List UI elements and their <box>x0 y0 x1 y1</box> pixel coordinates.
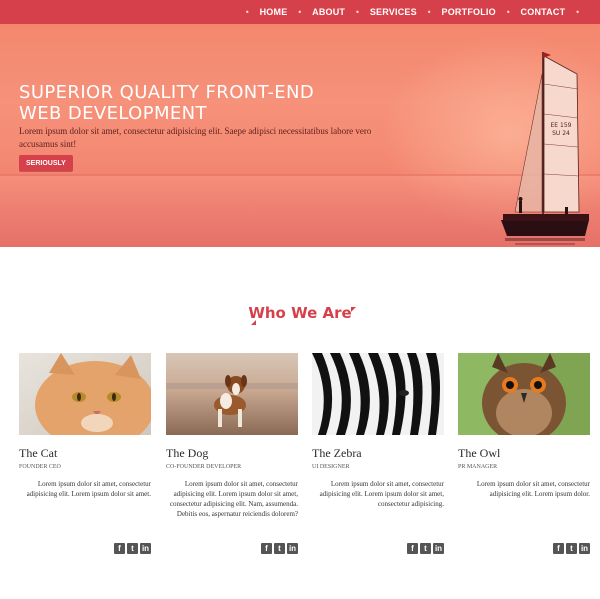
nav-item-services[interactable]: SERVICES <box>370 7 417 17</box>
twitter-icon[interactable]: t <box>274 543 285 554</box>
member-role: UI DESIGNER <box>312 464 350 470</box>
twitter-icon[interactable]: t <box>566 543 577 554</box>
facebook-icon[interactable]: f <box>261 543 272 554</box>
nav-separator-dot: • <box>505 7 511 17</box>
owl-photo <box>458 353 590 435</box>
team-card-owl: The Owl PR MANAGER Lorem ipsum dolor sit… <box>458 353 590 558</box>
member-role: FOUNDER CEO <box>19 464 61 470</box>
cat-photo <box>19 353 151 435</box>
member-name: The Dog <box>166 446 209 460</box>
section-title: Who We Are <box>248 304 352 322</box>
team-card-cat: The Cat FOUNDER CEO Lorem ipsum dolor si… <box>19 353 151 558</box>
sail-number-top: EE 159 <box>551 122 572 129</box>
linkedin-icon[interactable]: in <box>287 543 298 554</box>
twitter-icon[interactable]: t <box>420 543 431 554</box>
social-links: f t in <box>114 543 151 554</box>
member-role: PR MANAGER <box>458 464 498 470</box>
nav-item-contact[interactable]: CONTACT <box>521 7 566 17</box>
facebook-icon[interactable]: f <box>407 543 418 554</box>
top-navbar: • HOME • ABOUT • SERVICES • PORTFOLIO • CONTA… <box>0 0 600 24</box>
nav-separator-dot: • <box>575 7 580 17</box>
linkedin-icon[interactable]: in <box>140 543 151 554</box>
member-bio: Lorem ipsum dolor sit amet, consectetur … <box>169 480 298 518</box>
nav-menu: • HOME • ABOUT • SERVICES • PORTFOLIO • CONTA… <box>235 0 590 24</box>
team-card-zebra: The Zebra UI DESIGNER Lorem ipsum dolor … <box>312 353 444 558</box>
nav-item-home[interactable]: HOME <box>260 7 288 17</box>
member-bio: Lorem ipsum dolor sit amet, consectetur … <box>319 480 444 508</box>
nav-item-about[interactable]: ABOUT <box>312 7 345 17</box>
section-heading: Who We Are <box>0 304 600 323</box>
hero-title: SUPERIOR QUALITY FRONT-END WEB DEVELOPME… <box>19 82 315 124</box>
seriously-button[interactable]: SERIOUSLY <box>19 155 73 171</box>
twitter-icon[interactable]: t <box>127 543 138 554</box>
hero-banner: SUPERIOR QUALITY FRONT-END WEB DEVELOPME… <box>0 24 600 247</box>
member-bio: Lorem ipsum dolor sit amet, consectetur … <box>26 480 151 498</box>
member-name: The Zebra <box>312 446 362 460</box>
social-links: f t in <box>553 543 590 554</box>
social-links: f t in <box>407 543 444 554</box>
nav-separator-dot: • <box>426 7 432 17</box>
hero-text: Lorem ipsum dolor sit amet, consectetur … <box>19 126 372 149</box>
team-card-dog: The Dog CO-FOUNDER DEVELOPER Lorem ipsum… <box>166 353 298 558</box>
member-name: The Cat <box>19 446 58 460</box>
linkedin-icon[interactable]: in <box>579 543 590 554</box>
facebook-icon[interactable]: f <box>114 543 125 554</box>
sailboat-illustration: EE 159 SU 24 <box>501 52 589 245</box>
sail-number-bottom: SU 24 <box>552 130 570 137</box>
linkedin-icon[interactable]: in <box>433 543 444 554</box>
dog-photo <box>166 353 298 435</box>
nav-separator-dot: • <box>355 7 360 17</box>
nav-separator-dot: • <box>297 7 303 17</box>
member-bio: Lorem ipsum dolor sit amet, consectetur … <box>476 480 590 498</box>
nav-separator-dot: • <box>244 7 250 17</box>
facebook-icon[interactable]: f <box>553 543 564 554</box>
zebra-photo <box>312 353 444 435</box>
social-links: f t in <box>261 543 298 554</box>
member-name: The Owl <box>458 446 501 460</box>
nav-item-portfolio[interactable]: PORTFOLIO <box>442 7 496 17</box>
member-role: CO-FOUNDER DEVELOPER <box>166 464 242 470</box>
